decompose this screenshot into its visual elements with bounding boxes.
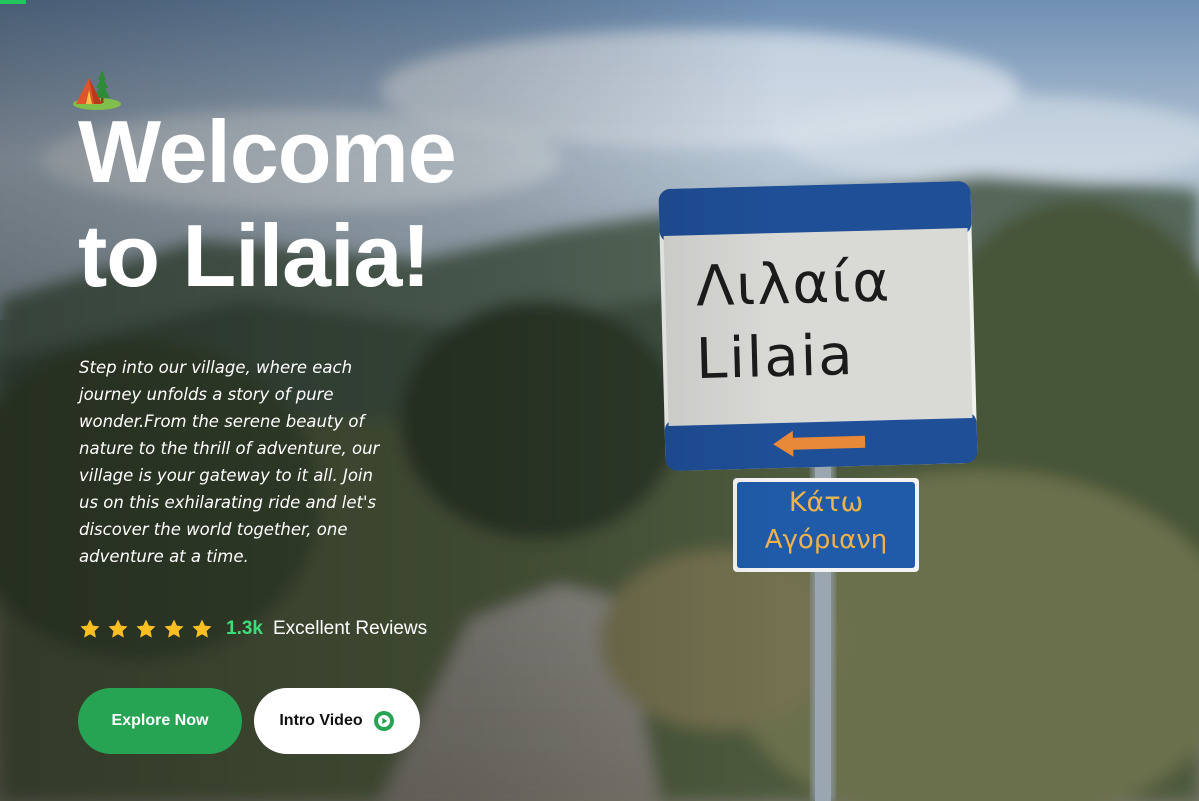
star-icon: [164, 619, 184, 638]
play-icon: [373, 711, 394, 731]
star-icon: [136, 619, 156, 638]
reviews-summary: 1.3k Excellent Reviews: [78, 614, 427, 644]
hero-title-line2: to Lilaia!: [78, 206, 431, 305]
sub-sign-line2: Αγόριανη: [764, 525, 888, 555]
review-count: 1.3k: [226, 618, 263, 639]
explore-now-label: Explore Now: [111, 712, 209, 729]
sign-text-latin: Lilaia: [695, 322, 856, 393]
sub-sign-line1: Κάτω: [788, 487, 864, 518]
explore-now-button[interactable]: Explore Now: [78, 688, 242, 754]
hero-content: Welcome to Lilaia! Step into our village…: [0, 0, 600, 801]
sign-text-greek: Λιλαία: [695, 249, 893, 320]
intro-video-label: Intro Video: [279, 712, 363, 729]
review-label: Excellent Reviews: [272, 618, 428, 639]
star-icon: [80, 619, 100, 638]
star-icon: [192, 619, 212, 638]
hero-title: Welcome to Lilaia!: [78, 100, 457, 308]
hero-section: Λιλαία Lilaia Κάτω Αγόριανη Welcome to L…: [0, 0, 1199, 801]
star-icon: [108, 619, 128, 638]
intro-video-button[interactable]: Intro Video: [254, 688, 420, 754]
hero-description: Step into our village, where each journe…: [79, 358, 380, 566]
hero-title-line1: Welcome: [78, 102, 457, 201]
page-progress-bar: [0, 0, 26, 4]
rating-stars: [78, 617, 218, 641]
